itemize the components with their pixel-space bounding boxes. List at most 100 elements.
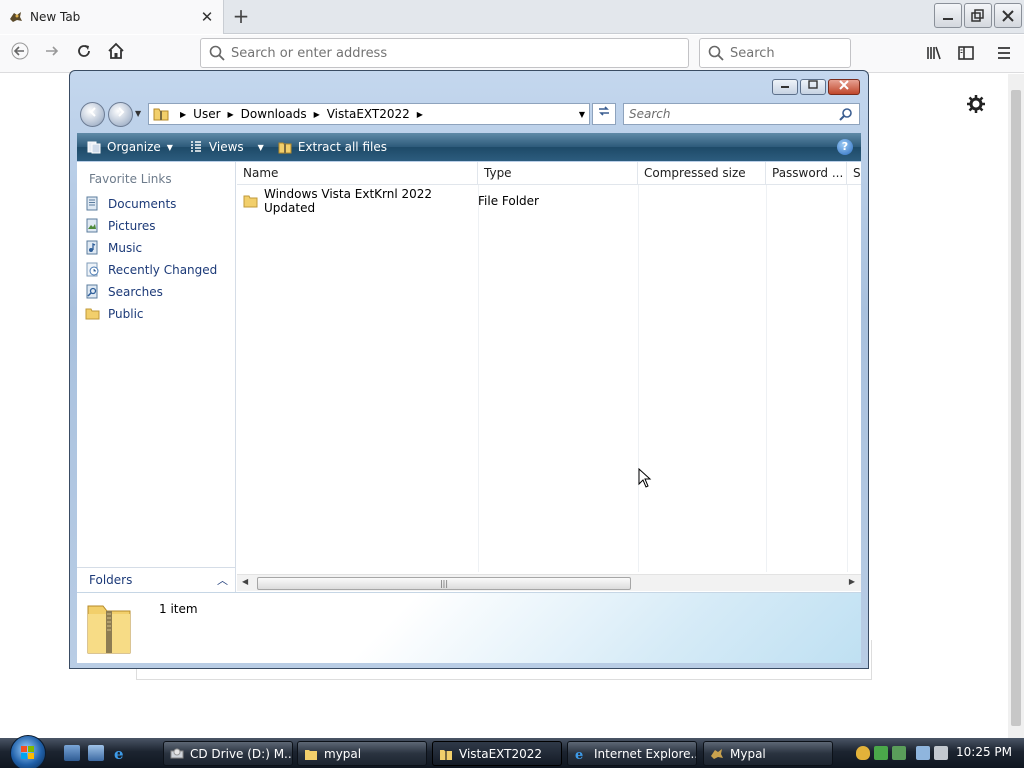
network-connection-icon[interactable]: [916, 746, 930, 760]
close-tab-icon[interactable]: ✕: [197, 7, 217, 27]
explorer-forward-button[interactable]: [108, 102, 133, 127]
breadcrumb-separator-icon[interactable]: ▶: [180, 110, 186, 119]
breadcrumb-separator-icon[interactable]: ▶: [228, 110, 234, 119]
show-desktop-icon[interactable]: [64, 745, 80, 761]
explorer-search-box[interactable]: Search: [623, 103, 860, 125]
organize-button[interactable]: Organize ▼: [87, 140, 173, 154]
back-arrow-icon: [11, 42, 29, 60]
restore-button[interactable]: [964, 3, 992, 28]
folders-toggle[interactable]: Folders ︿: [77, 567, 236, 592]
breadcrumb-vistaext2022[interactable]: VistaEXT2022: [327, 107, 410, 121]
breadcrumb-separator-icon[interactable]: ▶: [417, 110, 423, 119]
explorer-content: Favorite Links Documents Pictures Music …: [77, 162, 861, 663]
breadcrumb-downloads[interactable]: Downloads: [241, 107, 307, 121]
gear-icon[interactable]: [966, 94, 986, 119]
tab-new-tab[interactable]: New Tab ✕: [0, 0, 224, 34]
back-button[interactable]: [8, 42, 32, 66]
taskbar-button-vistaext2022[interactable]: VistaEXT2022: [432, 741, 562, 766]
update-icon[interactable]: [874, 746, 888, 760]
column-divider: [766, 185, 767, 572]
taskbar-button-internet-explorer[interactable]: e Internet Explore...: [567, 741, 697, 766]
row-name: Windows Vista ExtKrnl 2022 Updated: [264, 187, 433, 215]
explorer-minimize-button[interactable]: [772, 79, 798, 95]
favorite-link-public[interactable]: Public: [85, 306, 144, 321]
recent-pages-chevron-icon[interactable]: ▼: [135, 109, 141, 118]
menu-button[interactable]: [994, 44, 1014, 64]
favorite-link-searches[interactable]: Searches: [85, 284, 163, 299]
favorite-link-documents[interactable]: Documents: [85, 196, 176, 211]
views-button[interactable]: Views ▼: [189, 140, 264, 154]
search-placeholder: Search: [730, 45, 775, 61]
explorer-back-button[interactable]: [80, 102, 105, 127]
internet-explorer-icon: e: [114, 745, 124, 763]
scroll-left-arrow-icon[interactable]: ◀: [242, 577, 248, 586]
forward-arrow-icon: [46, 46, 59, 56]
page-vertical-scrollbar[interactable]: [1008, 74, 1024, 738]
explorer-search-placeholder: Search: [629, 107, 671, 121]
maximize-icon: [808, 80, 818, 89]
address-dropdown-icon[interactable]: ▼: [579, 110, 585, 119]
horizontal-scroll-thumb[interactable]: |||: [257, 577, 631, 590]
internet-explorer-quicklaunch-icon[interactable]: e: [112, 745, 128, 763]
column-header-password[interactable]: Password ...: [766, 162, 847, 185]
file-list: Name ^ Type Compressed size Password ...…: [237, 162, 861, 592]
breadcrumb-separator-icon[interactable]: ▶: [314, 110, 320, 119]
help-button[interactable]: ?: [837, 139, 853, 155]
column-header-name[interactable]: Name ^: [237, 162, 478, 185]
column-divider: [847, 185, 848, 572]
sidebar-button[interactable]: [956, 44, 976, 64]
explorer-close-button[interactable]: [828, 79, 860, 95]
extract-all-files-label: Extract all files: [297, 140, 387, 154]
column-header-size[interactable]: Si: [847, 162, 861, 185]
browser-search-bar[interactable]: Search: [699, 38, 851, 68]
taskbar: e CD Drive (D:) M... mypal VistaEXT2022 …: [0, 735, 1024, 768]
home-icon: [108, 42, 124, 59]
taskbar-button-cd-drive[interactable]: CD Drive (D:) M...: [163, 741, 293, 766]
favorite-link-pictures[interactable]: Pictures: [85, 218, 156, 233]
pictures-icon: [86, 218, 98, 233]
search-icon: [209, 45, 225, 61]
restore-icon: [971, 8, 984, 22]
explorer-maximize-button[interactable]: [800, 79, 826, 95]
minimize-icon: [781, 86, 789, 88]
column-divider: [638, 185, 639, 572]
table-row[interactable]: Windows Vista ExtKrnl 2022 Updated File …: [243, 187, 539, 215]
start-button[interactable]: [10, 735, 46, 768]
url-bar[interactable]: Search or enter address: [200, 38, 689, 68]
page-scroll-thumb[interactable]: [1011, 90, 1021, 726]
taskbar-button-mypal-browser[interactable]: Mypal: [703, 741, 833, 766]
home-button[interactable]: [104, 42, 128, 66]
security-shield-icon[interactable]: [856, 746, 870, 760]
favorite-link-music[interactable]: Music: [85, 240, 142, 255]
address-bar[interactable]: ▶ User ▶ Downloads ▶ VistaEXT2022 ▶ ▼: [148, 103, 590, 125]
column-header-type[interactable]: Type: [478, 162, 638, 185]
favorite-links-title: Favorite Links: [89, 172, 172, 186]
search-icon[interactable]: [839, 107, 853, 121]
mypal-favicon-icon: [10, 12, 22, 22]
svg-text:e: e: [114, 745, 124, 761]
library-button[interactable]: [924, 44, 944, 64]
row-type: File Folder: [478, 194, 539, 208]
searches-icon: [86, 284, 98, 299]
taskbar-button-mypal-folder[interactable]: mypal: [297, 741, 427, 766]
clock[interactable]: 10:25 PM: [956, 745, 1012, 759]
folders-label: Folders: [89, 573, 133, 587]
column-header-compressed-size[interactable]: Compressed size: [638, 162, 766, 185]
forward-button[interactable]: [40, 42, 64, 66]
navigation-pane: Favorite Links Documents Pictures Music …: [77, 162, 236, 592]
favorite-link-recently-changed[interactable]: Recently Changed: [85, 262, 217, 277]
breadcrumb-user[interactable]: User: [193, 107, 220, 121]
volume-muted-icon[interactable]: [934, 746, 948, 760]
extract-all-files-button[interactable]: Extract all files: [278, 140, 387, 154]
close-window-button[interactable]: [994, 3, 1022, 28]
svg-text:e: e: [575, 748, 583, 761]
refresh-button[interactable]: [592, 103, 616, 125]
scroll-right-arrow-icon[interactable]: ▶: [849, 577, 855, 586]
minimize-button[interactable]: [934, 3, 962, 28]
network-tray-icon[interactable]: [892, 746, 906, 760]
reload-button[interactable]: [72, 42, 96, 66]
horizontal-scrollbar[interactable]: ◀ ||| ▶: [237, 574, 861, 591]
new-tab-button[interactable]: +: [228, 5, 254, 29]
column-divider: [478, 185, 479, 572]
switch-windows-icon[interactable]: [88, 745, 104, 761]
